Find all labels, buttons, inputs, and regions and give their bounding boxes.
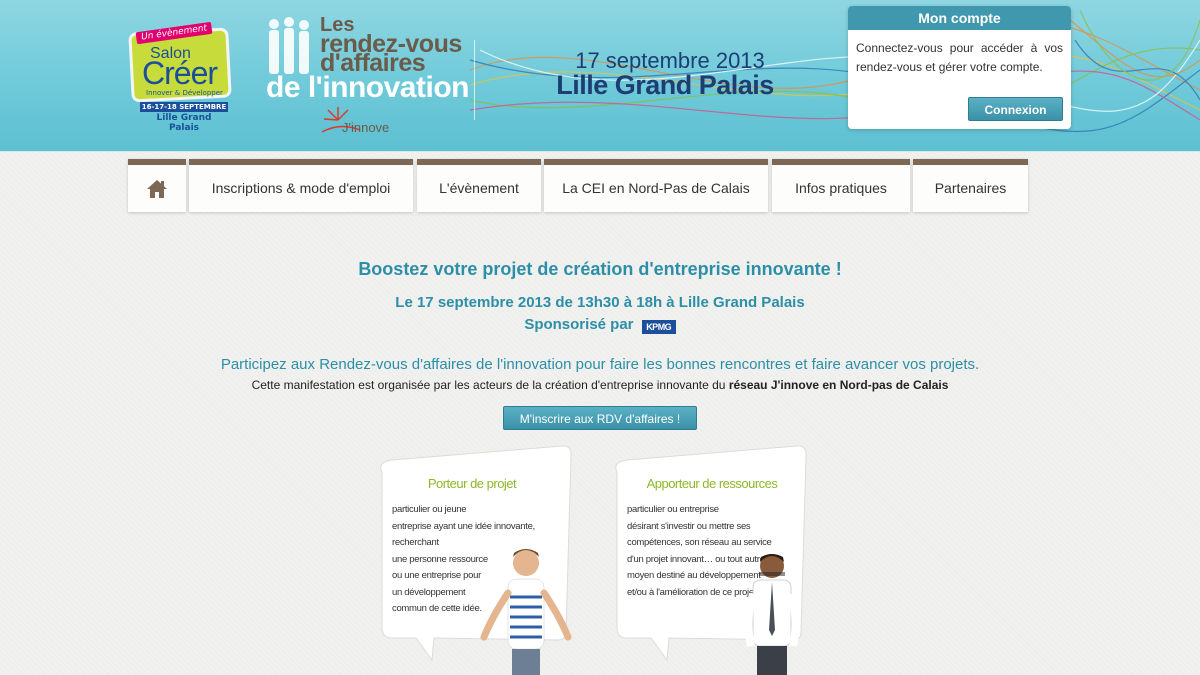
card-porteur-de-projet: Porteur de projet particulier ou jeune e… — [372, 442, 602, 675]
salon-city: Lille Grand Palais — [156, 113, 212, 133]
nav-inscriptions[interactable]: Inscriptions & mode d'emploi — [189, 159, 413, 212]
jinnove-text: J'innove — [342, 120, 390, 135]
kpmg-logo[interactable]: KPMG — [641, 320, 676, 334]
nav-infos-pratiques[interactable]: Infos pratiques — [772, 159, 910, 212]
header-banner: Un évènement Salon Créer Innover & Dével… — [0, 0, 1200, 152]
account-text: Connectez-vous pour accéder à vos rendez… — [856, 41, 1063, 74]
sponsor-line: Sponsorisé par KPMG — [0, 316, 1200, 334]
organisation-network: réseau J'innove en Nord-pas de Calais — [728, 378, 949, 392]
card-title: Apporteur de ressources — [646, 476, 778, 491]
organisation-text: Cette manifestation est organisée par le… — [0, 378, 1200, 392]
nav-evenement[interactable]: L'évènement — [417, 159, 541, 212]
salon-line2: Créer — [142, 55, 218, 91]
rdv-logo-line4: de l'innovation — [266, 71, 469, 104]
card-line: entreprise ayant une idée innovante, — [392, 520, 535, 532]
organisation-prefix: Cette manifestation est organisée par le… — [251, 378, 729, 392]
salon-line3: Innover & Développer — [146, 89, 223, 97]
card-line: désirant s'investir ou mettre ses — [627, 520, 751, 532]
intro-text: Participez aux Rendez-vous d'affaires de… — [220, 356, 980, 373]
salon-dates: 16-17-18 SEPTEMBRE — [140, 102, 228, 112]
nav-partenaires[interactable]: Partenaires — [913, 159, 1028, 212]
account-panel: Mon compte Connectez-vous pour accéder à… — [848, 6, 1071, 129]
sponsor-label: Sponsorisé par — [524, 316, 634, 333]
event-subline: Le 17 septembre 2013 de 13h30 à 18h à Li… — [395, 294, 805, 311]
card-line: particulier ou jeune — [392, 504, 467, 515]
businessman-illustration — [744, 554, 800, 675]
card-title: Porteur de projet — [427, 476, 517, 491]
page-headline: Boostez votre projet de création d'entre… — [358, 259, 842, 279]
event-place: Lille Grand Palais — [556, 70, 774, 100]
home-icon — [147, 180, 167, 198]
card-apporteur-de-ressources: Apporteur de ressources particulier ou e… — [607, 442, 837, 675]
banner-divider — [474, 40, 475, 120]
register-button[interactable]: M'inscrire aux RDV d'affaires ! — [503, 406, 697, 430]
login-button[interactable]: Connexion — [968, 97, 1063, 121]
people-silhouette-icon — [269, 17, 309, 74]
young-man-illustration — [480, 549, 572, 675]
account-title: Mon compte — [848, 6, 1071, 30]
card-line: particulier ou entreprise — [627, 504, 719, 515]
nav-cei[interactable]: La CEI en Nord-Pas de Calais — [544, 159, 768, 212]
nav-home[interactable] — [128, 159, 186, 212]
